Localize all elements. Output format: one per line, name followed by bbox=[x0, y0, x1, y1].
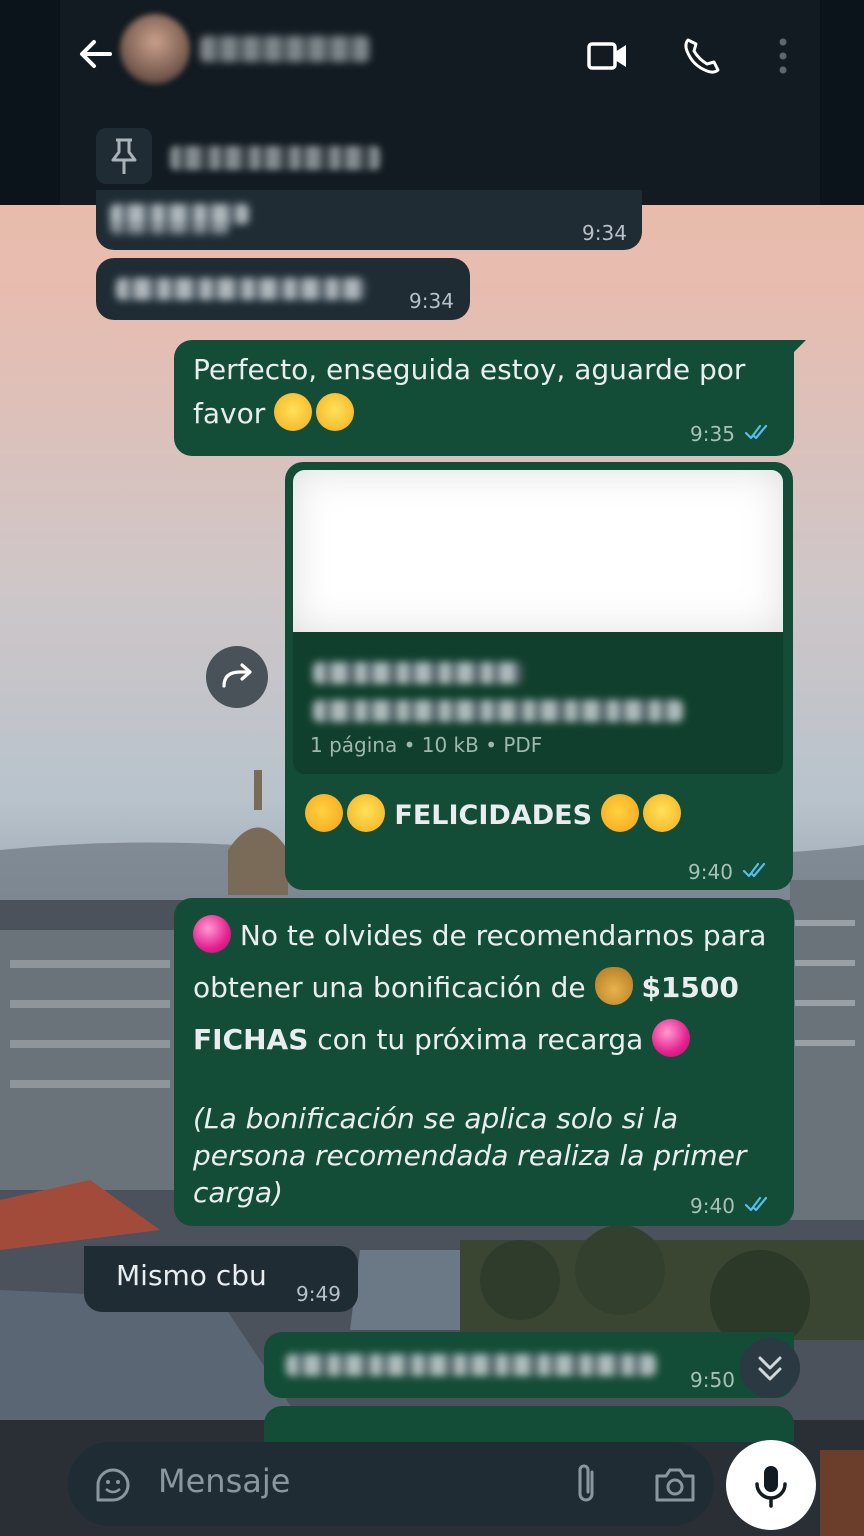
message-time: 9:34 bbox=[409, 289, 454, 313]
note-line: carga) bbox=[193, 1176, 283, 1209]
money-bag-emoji-icon bbox=[594, 967, 633, 1005]
read-ticks-icon bbox=[742, 862, 766, 878]
document-preview[interactable] bbox=[293, 470, 783, 632]
message-time: 9:34 bbox=[582, 221, 627, 245]
pinned-message-text[interactable] bbox=[170, 146, 380, 170]
attach-icon[interactable] bbox=[566, 1460, 606, 1508]
message-outgoing[interactable]: Perfecto, enseguida estoy, aguarde por f… bbox=[174, 340, 794, 456]
message-input[interactable]: Mensaje bbox=[158, 1462, 290, 1500]
message-text: Perfecto, enseguida estoy, aguarde por f… bbox=[193, 348, 773, 436]
bonus-amount: $1500 bbox=[641, 971, 739, 1004]
chat-header bbox=[0, 0, 864, 205]
message-time: 9:50 bbox=[690, 1368, 735, 1392]
message-caption: FELICIDADES bbox=[305, 794, 682, 838]
message-text-content: No te olvides de recomendarnos para bbox=[239, 919, 767, 952]
message-time: 9:40 bbox=[690, 1194, 735, 1218]
note-line: persona recomendada realiza la primer bbox=[193, 1139, 747, 1172]
blurred-text bbox=[313, 700, 683, 722]
message-note: (La bonificación se aplica solo si la pe… bbox=[193, 1100, 746, 1211]
note-line: (La bonificación se aplica solo si la bbox=[193, 1102, 678, 1135]
pink-circle-emoji-icon bbox=[193, 915, 231, 953]
message-outgoing-partial[interactable] bbox=[264, 1406, 794, 1442]
message-text-content: obtener una bonificación de bbox=[193, 971, 586, 1004]
read-ticks-icon bbox=[744, 1196, 768, 1212]
message-line: No te olvides de recomendarnos para bbox=[193, 914, 766, 958]
bubble-tail bbox=[792, 340, 806, 354]
bonus-unit: FICHAS bbox=[193, 1023, 309, 1056]
message-outgoing[interactable]: No te olvides de recomendarnos para obte… bbox=[174, 898, 794, 1226]
message-incoming[interactable]: 9:34 bbox=[96, 258, 470, 320]
smile-emoji-icon bbox=[316, 393, 355, 431]
message-text: Mismo cbu bbox=[116, 1259, 267, 1292]
forward-button[interactable] bbox=[206, 646, 268, 708]
pin-icon bbox=[111, 138, 137, 174]
more-vertical-icon[interactable] bbox=[768, 34, 798, 78]
camera-icon[interactable] bbox=[652, 1462, 698, 1506]
message-text-content: con tu próxima recarga bbox=[317, 1023, 644, 1056]
sticker-icon[interactable] bbox=[92, 1464, 134, 1506]
arrow-left-icon[interactable] bbox=[76, 32, 116, 76]
avatar[interactable] bbox=[120, 14, 190, 84]
message-outgoing[interactable]: 9:50 bbox=[264, 1332, 794, 1398]
pink-circle-emoji-icon bbox=[652, 1019, 691, 1057]
caption-text: FELICIDADES bbox=[394, 800, 593, 831]
blurred-text bbox=[116, 278, 366, 300]
blurred-text bbox=[313, 662, 523, 684]
contact-name[interactable] bbox=[200, 36, 370, 62]
scroll-to-bottom-button[interactable] bbox=[740, 1338, 800, 1398]
voice-call-icon[interactable] bbox=[680, 34, 724, 78]
message-line: obtener una bonificación de $1500 bbox=[193, 966, 739, 1010]
star-struck-emoji-icon bbox=[347, 794, 385, 832]
voice-record-button[interactable] bbox=[726, 1440, 816, 1530]
blurred-text bbox=[286, 1354, 656, 1376]
party-face-emoji-icon bbox=[305, 794, 343, 832]
blurred-text bbox=[110, 220, 230, 234]
mic-icon bbox=[755, 1466, 787, 1508]
message-time: 9:49 bbox=[296, 1282, 341, 1306]
message-time: 9:35 bbox=[690, 422, 735, 446]
double-chevron-down-icon bbox=[758, 1356, 782, 1381]
video-call-icon[interactable] bbox=[586, 34, 630, 78]
message-incoming[interactable]: 9:34 bbox=[96, 190, 642, 250]
pinned-message-button[interactable] bbox=[96, 128, 152, 184]
smirk-emoji-icon bbox=[274, 393, 313, 431]
message-line: FICHAS con tu próxima recarga bbox=[193, 1018, 691, 1062]
party-face-emoji-icon bbox=[601, 794, 640, 832]
read-ticks-icon bbox=[744, 424, 768, 440]
message-time: 9:40 bbox=[688, 860, 733, 884]
message-incoming[interactable]: Mismo cbu 9:49 bbox=[84, 1246, 358, 1312]
document-meta: 1 página • 10 kB • PDF bbox=[310, 733, 543, 757]
forward-icon bbox=[222, 663, 252, 688]
star-struck-emoji-icon bbox=[643, 794, 682, 832]
